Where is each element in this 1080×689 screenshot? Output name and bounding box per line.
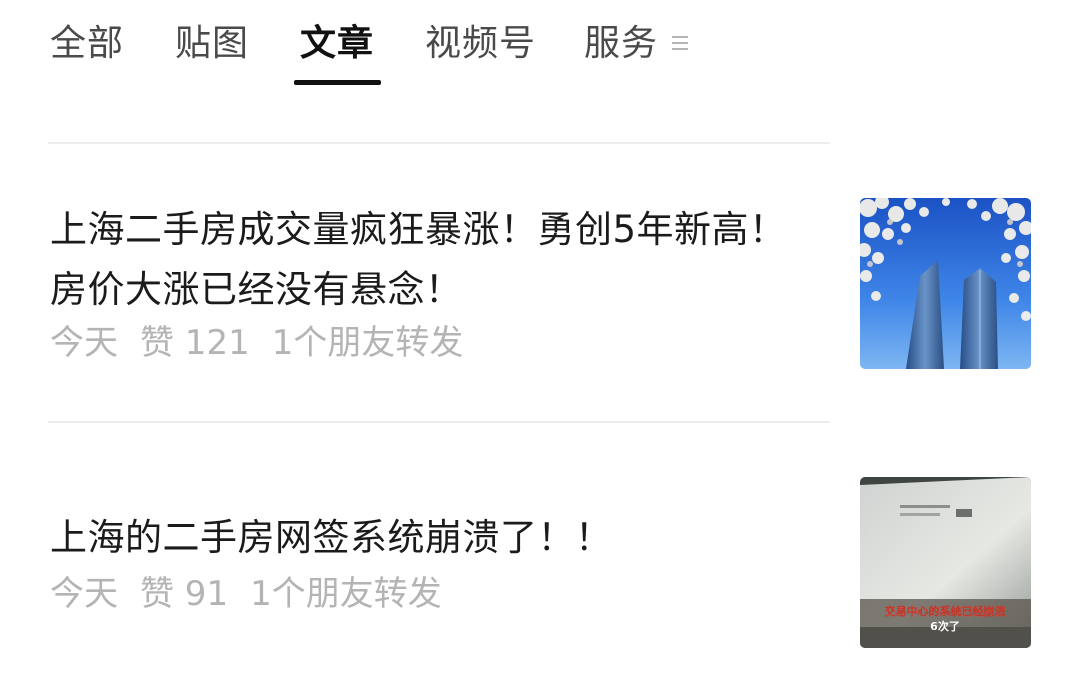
tab-bar: 全部 贴图 文章 视频号 服务 — [0, 0, 1080, 100]
article-shares: 1个朋友转发 — [271, 323, 464, 363]
tab-articles[interactable]: 文章 — [300, 22, 374, 66]
article-meta: 今天赞 121 1个朋友转发 — [50, 321, 485, 365]
article-date: 今天 — [50, 574, 118, 614]
active-tab-indicator — [294, 80, 381, 85]
article-title[interactable]: 上海二手房成交量疯狂暴涨！勇创5年新高！房价大涨已经没有悬念！ — [50, 200, 820, 320]
article-thumbnail[interactable] — [860, 198, 1031, 369]
article-title[interactable]: 上海的二手房网签系统崩溃了！！ — [50, 508, 820, 568]
article-likes: 赞 121 — [140, 323, 250, 363]
article-list-item[interactable]: 上海的二手房网签系统崩溃了！！ 今天赞 91 1个朋友转发 交易中心的系统已经崩溃… — [0, 422, 1080, 689]
article-date: 今天 — [50, 323, 118, 363]
tab-services[interactable]: 服务 — [584, 22, 658, 66]
thumbnail-caption: 交易中心的系统已经崩溃 — [885, 604, 1006, 618]
skyscraper-photo — [860, 198, 1031, 369]
article-shares: 1个朋友转发 — [250, 574, 442, 614]
article-list-item[interactable]: 上海二手房成交量疯狂暴涨！勇创5年新高！房价大涨已经没有悬念！ 今天赞 121 1… — [0, 143, 1080, 421]
tab-images[interactable]: 贴图 — [175, 22, 249, 66]
thumbnail-caption: 6次了 — [930, 619, 960, 633]
article-meta: 今天赞 91 1个朋友转发 — [50, 572, 464, 616]
tab-channels[interactable]: 视频号 — [425, 22, 536, 66]
article-likes: 赞 91 — [140, 574, 229, 614]
article-thumbnail[interactable]: 交易中心的系统已经崩溃 6次了 — [860, 477, 1031, 648]
tab-all[interactable]: 全部 — [50, 22, 124, 66]
hamburger-menu-icon[interactable] — [672, 34, 688, 52]
laptop-screen-photo: 交易中心的系统已经崩溃 6次了 — [860, 477, 1031, 648]
